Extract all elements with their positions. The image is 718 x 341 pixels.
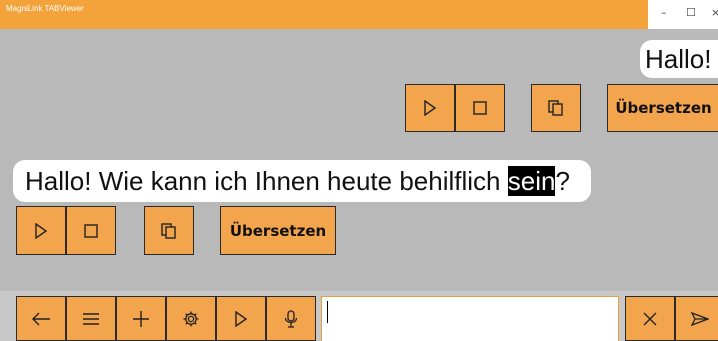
arrow-left-icon <box>32 312 50 325</box>
stop-icon <box>473 101 487 115</box>
plus-icon <box>133 310 149 327</box>
send-icon <box>691 311 709 326</box>
clear-button[interactable] <box>625 296 675 341</box>
message-text-short: Hallo! <box>645 44 712 74</box>
window-controls: – ☐ × <box>648 0 718 29</box>
translate-button-short[interactable]: Übersetzen <box>607 84 718 132</box>
message-text-long-end: ? <box>555 166 570 196</box>
play-button-long[interactable] <box>16 206 66 255</box>
translate-label: Übersetzen <box>229 221 327 240</box>
message-bubble-short: Hallo! <box>640 40 718 78</box>
copy-icon <box>161 222 176 239</box>
maximize-button[interactable]: ☐ <box>686 6 696 19</box>
menu-icon <box>83 312 99 325</box>
stop-icon <box>84 223 98 238</box>
send-button[interactable] <box>675 296 718 341</box>
play-icon <box>424 100 437 116</box>
copy-icon <box>548 100 563 116</box>
message-bubble-long: Hallo! Wie kann ich Ihnen heute behilfli… <box>13 160 591 202</box>
message-input[interactable] <box>321 296 619 341</box>
text-caret <box>327 301 328 323</box>
minimize-button[interactable]: – <box>661 6 667 19</box>
play-button-short[interactable] <box>405 84 455 132</box>
settings-button[interactable] <box>166 296 216 341</box>
gear-icon <box>183 311 199 326</box>
play-all-button[interactable] <box>216 296 266 341</box>
copy-button-short[interactable] <box>531 84 581 132</box>
menu-button[interactable] <box>66 296 116 341</box>
translate-label: Übersetzen <box>615 99 712 117</box>
play-icon <box>35 222 48 239</box>
title-bar: MagniLink TABViewer – ☐ × <box>0 0 718 29</box>
add-button[interactable] <box>116 296 166 341</box>
back-button[interactable] <box>16 296 66 341</box>
stop-button-short[interactable] <box>455 84 505 132</box>
close-window-button[interactable]: × <box>711 6 718 19</box>
message-text-long: Hallo! Wie kann ich Ihnen heute behilfli… <box>25 166 508 196</box>
close-icon <box>643 312 657 325</box>
microphone-button[interactable] <box>266 296 316 341</box>
copy-button-long[interactable] <box>144 206 194 255</box>
play-icon <box>235 310 248 327</box>
microphone-icon <box>284 309 298 328</box>
stop-button-long[interactable] <box>66 206 116 255</box>
highlighted-word: sein <box>507 166 556 196</box>
translate-button-long[interactable]: Übersetzen <box>220 206 336 255</box>
app-title: MagniLink TABViewer <box>6 4 84 13</box>
